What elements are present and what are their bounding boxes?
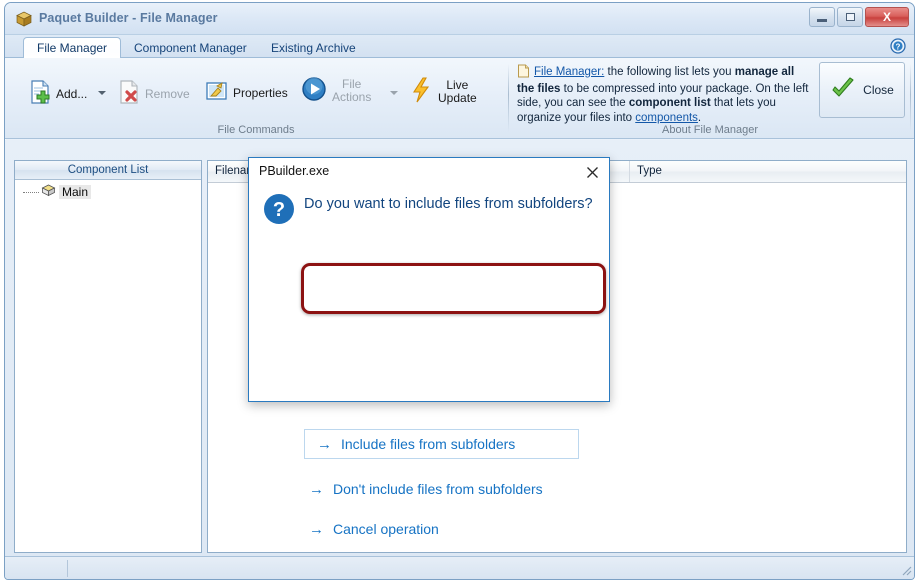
- properties-button-label: Properties: [233, 85, 288, 100]
- component-list-pane: Component List Main: [14, 160, 202, 553]
- component-tree[interactable]: Main: [15, 183, 201, 200]
- remove-button[interactable]: Remove: [118, 80, 190, 107]
- task-dialog: PBuilder.exe ? Do you want to include fi…: [248, 157, 610, 537]
- close-button-label: Close: [863, 83, 894, 97]
- add-dropdown-caret-icon[interactable]: [98, 91, 106, 95]
- maximize-button[interactable]: [837, 7, 863, 27]
- close-x-icon: [586, 166, 598, 178]
- file-actions-label-line2: Actions: [332, 89, 372, 104]
- title-bar: Paquet Builder - File Manager X: [5, 3, 914, 35]
- tree-item-label: Main: [59, 184, 92, 199]
- arrow-right-icon: →: [309, 480, 324, 498]
- components-link[interactable]: components: [635, 112, 698, 124]
- about-text-4: .: [697, 111, 702, 124]
- app-icon: [15, 10, 33, 28]
- live-update-button[interactable]: Live Update: [409, 76, 477, 107]
- about-info-text: File Manager: the following list lets yo…: [517, 64, 813, 125]
- group-caption-file-commands: File Commands: [217, 124, 295, 136]
- tab-component-manager[interactable]: Component Manager: [120, 37, 261, 59]
- command-link-label: Cancel operation: [333, 521, 439, 537]
- command-link-label: Don't include files from subfolders: [333, 481, 543, 497]
- dialog-message: Do you want to include files from subfol…: [304, 196, 593, 212]
- status-separator: [67, 560, 68, 577]
- play-circle-icon: [301, 76, 327, 105]
- file-actions-button-label: File Actions: [332, 76, 372, 104]
- add-button[interactable]: Add...: [29, 80, 87, 107]
- arrow-right-icon: →: [317, 435, 332, 453]
- ribbon-group-separator-right: [910, 64, 911, 132]
- command-link-cancel-operation[interactable]: → Cancel operation: [297, 514, 587, 544]
- command-link-label: Include files from subfolders: [341, 436, 516, 452]
- tab-existing-archive[interactable]: Existing Archive: [257, 37, 370, 59]
- resize-grip-icon[interactable]: [900, 564, 913, 577]
- properties-button[interactable]: Properties: [205, 80, 288, 105]
- arrow-right-icon: →: [309, 520, 324, 538]
- component-list-header: Component List: [15, 161, 201, 180]
- status-bar: [5, 556, 914, 579]
- dialog-title: PBuilder.exe: [259, 164, 330, 178]
- package-icon: [41, 183, 56, 200]
- window-controls: X: [809, 7, 909, 27]
- tree-connector: [23, 191, 39, 193]
- file-manager-link[interactable]: File Manager:: [534, 66, 604, 78]
- dialog-close-button[interactable]: [581, 162, 603, 182]
- live-update-label-line2: Update: [438, 90, 477, 105]
- svg-text:?: ?: [896, 42, 901, 51]
- lightning-bolt-icon: [409, 76, 433, 107]
- properties-icon: [205, 80, 228, 105]
- close-button[interactable]: Close: [819, 62, 905, 118]
- live-update-button-label: Live Update: [438, 77, 477, 105]
- about-text-1: the following list lets you: [604, 66, 735, 78]
- svg-text:?: ?: [273, 199, 285, 221]
- remove-file-icon: [118, 80, 140, 107]
- minimize-button[interactable]: [809, 7, 835, 27]
- file-actions-dropdown-caret-icon[interactable]: [390, 91, 398, 95]
- live-update-label-line1: Live: [446, 77, 469, 92]
- add-button-label: Add...: [56, 86, 88, 101]
- command-link-dont-include-subfolders[interactable]: → Don't include files from subfolders: [297, 474, 587, 504]
- file-actions-label-line1: File: [342, 76, 362, 91]
- remove-button-label: Remove: [145, 86, 190, 101]
- ribbon-toolbar: Add... Remove Properties File Actions Li…: [5, 58, 914, 139]
- minimize-icon: [817, 18, 827, 22]
- question-circle-icon: ?: [263, 193, 295, 225]
- tree-item-main[interactable]: Main: [23, 183, 201, 200]
- add-file-icon: [29, 80, 51, 107]
- ribbon-group-separator: [508, 64, 509, 132]
- tab-file-manager[interactable]: File Manager: [23, 37, 122, 59]
- help-question-icon[interactable]: ?: [890, 38, 906, 54]
- about-bold-2: component list: [628, 97, 711, 110]
- column-header-type[interactable]: Type: [630, 161, 906, 182]
- maximize-icon: [845, 13, 855, 21]
- close-window-button[interactable]: X: [865, 7, 909, 27]
- command-link-include-subfolders[interactable]: → Include files from subfolders: [304, 429, 579, 459]
- green-check-icon: [830, 76, 856, 104]
- tab-strip: File Manager Component Manager Existing …: [5, 35, 914, 59]
- file-actions-button[interactable]: File Actions: [301, 76, 371, 105]
- about-file-manager-panel: File Manager: the following list lets yo…: [511, 62, 909, 134]
- window-title: Paquet Builder - File Manager: [39, 11, 218, 25]
- document-icon: [517, 64, 530, 82]
